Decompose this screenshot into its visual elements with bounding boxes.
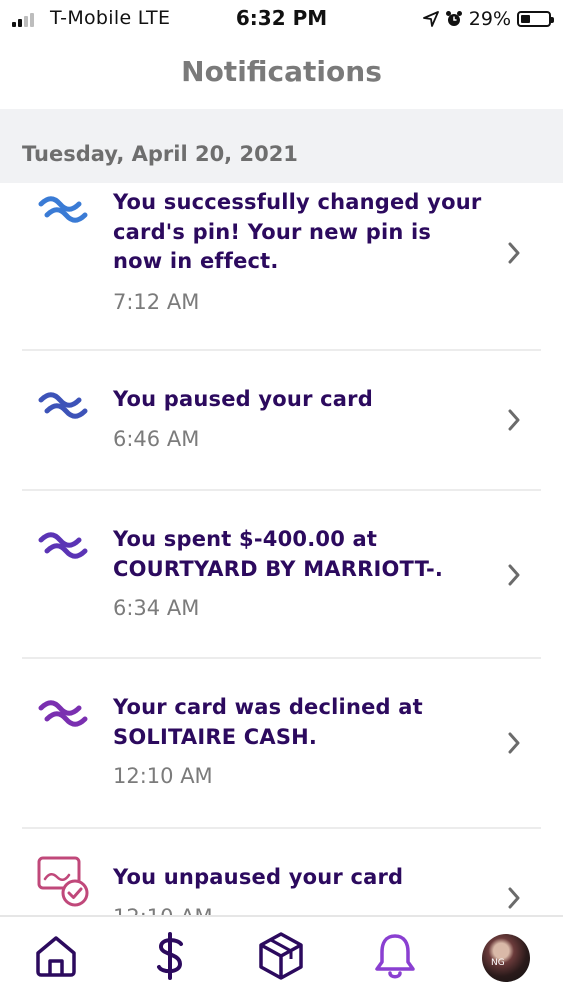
notification-item[interactable]: You successfully changed your card's pin… [0, 183, 563, 349]
dollar-icon [157, 932, 183, 980]
chevron-right-icon[interactable] [506, 408, 522, 432]
notification-message-line: You paused your card [113, 387, 373, 411]
notification-time: 12:10 AM [113, 905, 213, 915]
notification-item[interactable]: You spent $-400.00 at COURTYARD BY MARRI… [0, 491, 563, 657]
wave-logo-icon [38, 196, 88, 223]
avatar[interactable]: NG [482, 934, 530, 982]
chevron-right-icon[interactable] [506, 731, 522, 755]
notification-message: You successfully changed your card's pin… [113, 188, 483, 277]
battery-icon [517, 11, 554, 27]
home-icon [36, 936, 76, 977]
notification-message-line: You spent $-400.00 at [113, 527, 378, 551]
notification-message-line: COURTYARD BY MARRIOTT-. [113, 556, 444, 581]
bell-icon [375, 934, 415, 979]
status-right-group: 29% [422, 6, 554, 32]
notification-message-line: now in effect. [113, 249, 279, 273]
notification-message: Your card was declined at SOLITAIRE CASH… [113, 693, 483, 752]
notification-time: 12:10 AM [113, 764, 213, 788]
notification-item[interactable]: Your card was declined at SOLITAIRE CASH… [0, 659, 563, 827]
tab-money[interactable] [145, 931, 195, 981]
tab-notifications[interactable] [370, 931, 420, 981]
notification-message-line: Your card was declined at [113, 695, 423, 719]
notification-item[interactable]: You paused your card 6:46 AM [0, 351, 563, 489]
status-bar: T-Mobile LTE 6:32 PM 29% [0, 0, 563, 38]
tab-bar: NG [0, 915, 563, 1000]
tab-home[interactable] [31, 931, 81, 981]
card-check-icon [37, 856, 89, 907]
chevron-right-icon[interactable] [506, 886, 522, 910]
notification-message-line: SOLITAIRE CASH. [113, 724, 318, 749]
notification-message: You paused your card [113, 385, 483, 415]
notification-message: You spent $-400.00 at COURTYARD BY MARRI… [113, 525, 483, 584]
box-icon [259, 932, 303, 980]
alarm-icon [445, 11, 462, 26]
notification-time: 6:34 AM [113, 596, 200, 620]
notification-message-line: You successfully changed your [113, 190, 482, 214]
notification-message-line: card's pin! Your new pin is [113, 219, 432, 244]
chevron-right-icon[interactable] [506, 563, 522, 587]
date-section-header: Tuesday, April 20, 2021 [0, 109, 563, 183]
chevron-right-icon[interactable] [506, 241, 522, 265]
wave-logo-icon [38, 392, 88, 419]
notification-time: 7:12 AM [113, 290, 200, 314]
battery-percent: 29% [468, 8, 511, 30]
notification-message: You unpaused your card [113, 863, 483, 893]
tab-discover[interactable] [256, 931, 306, 981]
avatar-text: NG [491, 958, 505, 968]
notification-item[interactable]: You unpaused your card 12:10 AM [0, 829, 563, 915]
date-label: Tuesday, April 20, 2021 [22, 142, 298, 166]
page-title: Notifications [181, 55, 382, 88]
wave-logo-icon [38, 700, 88, 727]
wave-logo-icon [38, 532, 88, 559]
notification-time: 6:46 AM [113, 427, 200, 451]
notification-list[interactable]: You successfully changed your card's pin… [0, 183, 563, 915]
location-arrow-icon [422, 11, 439, 27]
notification-message-line: You unpaused your card [113, 865, 404, 889]
